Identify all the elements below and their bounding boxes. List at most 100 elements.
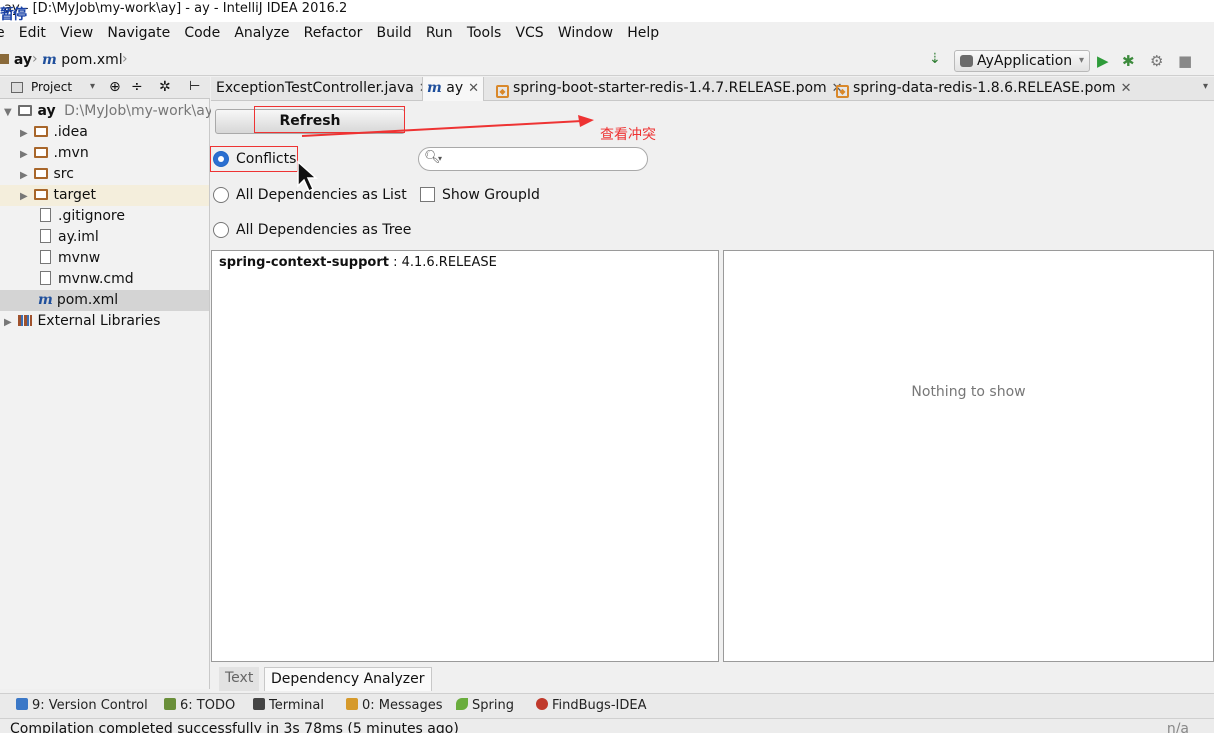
tool-label: Spring [472, 698, 514, 713]
menu-analyze[interactable]: Analyze [229, 22, 294, 44]
show-groupid-checkbox[interactable] [420, 187, 435, 202]
library-icon [18, 315, 33, 326]
collapse-all-icon[interactable]: ÷ [131, 77, 143, 97]
tool-label: 6: TODO [180, 698, 236, 713]
tool-label: FindBugs-IDEA [552, 698, 647, 713]
annotation-box-conflicts [210, 146, 298, 172]
window-title-bar: ay - [D:\MyJob\my-work\ay] - ay - Intell… [0, 0, 1214, 23]
tool-window-bar: 9: Version Control 6: TODO Terminal 0: M… [0, 693, 1214, 718]
tree-item-label: .mvn [53, 145, 89, 161]
tool-terminal[interactable]: Terminal [253, 698, 324, 713]
project-view-icon [11, 82, 23, 93]
radio-all-dependencies-tree-label[interactable]: All Dependencies as Tree [236, 222, 411, 238]
tab-dependency-analyzer[interactable]: Dependency Analyzer [264, 667, 432, 691]
debug-icon[interactable]: ✱ [1122, 51, 1135, 71]
tree-item-label: mvnw.cmd [58, 271, 134, 287]
stop-icon[interactable]: ■ [1178, 51, 1192, 71]
tree-item[interactable]: ay.iml [40, 227, 99, 248]
menu-vcs[interactable]: VCS [510, 22, 548, 44]
pom-editor-tabs: Text Dependency Analyzer [211, 664, 1214, 691]
tree-item[interactable]: ▶ .idea [20, 122, 88, 143]
tab-ay-pom[interactable]: m ay ✕ [422, 77, 485, 101]
tree-item[interactable]: ▶ src [20, 164, 74, 185]
sort-download-icon[interactable]: ⇣ [929, 49, 941, 69]
artifact-version: : 4.1.6.RELEASE [388, 255, 497, 270]
search-input[interactable]: 🔍︎ ▾ [418, 147, 648, 171]
list-item[interactable]: spring-context-support : 4.1.6.RELEASE [219, 255, 497, 270]
chevron-down-icon: ▾ [438, 154, 443, 163]
tab-exception-test-controller[interactable]: ExceptionTestController.java✕ [212, 77, 434, 101]
tree-item[interactable]: ▶ .mvn [20, 143, 89, 164]
close-icon[interactable]: ✕ [468, 81, 479, 96]
tree-root[interactable]: ▼ ay D:\MyJob\my-work\ay [4, 101, 213, 122]
tab-label: ay [446, 80, 464, 96]
tree-item[interactable]: ▶ target [0, 185, 209, 206]
module-folder-icon [18, 105, 33, 116]
findbugs-icon [536, 698, 548, 710]
tab-list-icon[interactable]: ▾ [1203, 81, 1208, 92]
terminal-icon [253, 698, 265, 710]
breadcrumb-file[interactable]: m pom.xml [42, 52, 123, 68]
close-icon[interactable]: ✕ [1121, 81, 1132, 96]
menu-refactor[interactable]: Refactor [299, 22, 368, 44]
coverage-icon[interactable]: ⚙ [1150, 51, 1163, 71]
project-view-label[interactable]: Project [31, 77, 72, 97]
tree-item-label: .gitignore [58, 208, 125, 224]
tree-item[interactable]: mvnw [40, 248, 100, 269]
file-icon [40, 208, 51, 222]
menu-help[interactable]: Help [622, 22, 664, 44]
menu-build[interactable]: Build [372, 22, 417, 44]
menu-code[interactable]: Code [179, 22, 225, 44]
tool-messages[interactable]: 0: Messages [346, 698, 443, 713]
run-configuration-select[interactable]: AyApplication ▾ [954, 50, 1090, 72]
folder-icon [34, 147, 49, 158]
expand-arrow-icon[interactable]: ▶ [20, 186, 30, 207]
chevron-down-icon: ▾ [1078, 55, 1084, 66]
conflict-detail-pane: Nothing to show [723, 250, 1214, 662]
tab-spring-data-redis[interactable]: ◆ spring-data-redis-1.8.6.RELEASE.pom ✕ [832, 77, 1135, 101]
menu-tools[interactable]: Tools [462, 22, 507, 44]
expand-arrow-icon[interactable]: ▶ [20, 144, 30, 165]
show-groupid-label[interactable]: Show GroupId [442, 187, 540, 203]
tool-version-control[interactable]: 9: Version Control [16, 698, 148, 713]
tool-spring[interactable]: Spring [456, 698, 514, 713]
tab-spring-boot-starter-redis[interactable]: ◆ spring-boot-starter-redis-1.4.7.RELEASE… [492, 77, 847, 101]
run-icon[interactable]: ▶ [1097, 51, 1109, 71]
tool-todo[interactable]: 6: TODO [164, 698, 235, 713]
menu-navigate[interactable]: Navigate [102, 22, 175, 44]
menu-edit[interactable]: Edit [14, 22, 51, 44]
tab-text[interactable]: Text [219, 667, 260, 691]
radio-all-dependencies-list[interactable] [213, 187, 229, 203]
menu-view[interactable]: View [55, 22, 98, 44]
run-config-label: AyApplication [977, 53, 1073, 69]
tab-label: spring-boot-starter-redis-1.4.7.RELEASE.… [513, 80, 827, 96]
menu-run[interactable]: Run [421, 22, 458, 44]
annotation-text: 查看冲突 [600, 127, 656, 143]
scroll-from-source-icon[interactable]: ⊕ [109, 77, 121, 97]
radio-all-dependencies-list-label[interactable]: All Dependencies as List [236, 187, 407, 203]
file-icon [40, 250, 51, 264]
menu-file[interactable]: e [0, 22, 10, 44]
expand-arrow-icon[interactable]: ▶ [20, 165, 30, 186]
editor-tabs: ExceptionTestController.java✕ m ay✕ ◆spr… [211, 77, 1214, 101]
tree-item-selected[interactable]: m pom.xml [0, 290, 209, 311]
radio-all-dependencies-tree[interactable] [213, 222, 229, 238]
run-config-icon [960, 55, 973, 67]
breadcrumb-project[interactable]: ay [0, 52, 32, 68]
tool-label: Terminal [269, 698, 324, 713]
tree-item[interactable]: mvnw.cmd [40, 269, 134, 290]
tree-item[interactable]: .gitignore [40, 206, 125, 227]
breadcrumb-project-label: ay [13, 52, 33, 68]
annotation-arrow-line [301, 120, 583, 137]
expand-arrow-icon[interactable]: ▼ [4, 102, 14, 123]
hide-panel-icon[interactable]: ⊢ [189, 77, 200, 97]
chevron-down-icon[interactable]: ▾ [90, 77, 95, 97]
breadcrumb-file-label: pom.xml [61, 52, 123, 68]
folder-icon [34, 189, 49, 200]
menu-window[interactable]: Window [553, 22, 618, 44]
expand-arrow-icon[interactable]: ▶ [4, 312, 14, 333]
expand-arrow-icon[interactable]: ▶ [20, 123, 30, 144]
tool-findbugs[interactable]: FindBugs-IDEA [536, 698, 646, 713]
tree-item-external-libraries[interactable]: ▶ External Libraries [4, 311, 160, 332]
gear-icon[interactable]: ✲ [159, 77, 171, 97]
